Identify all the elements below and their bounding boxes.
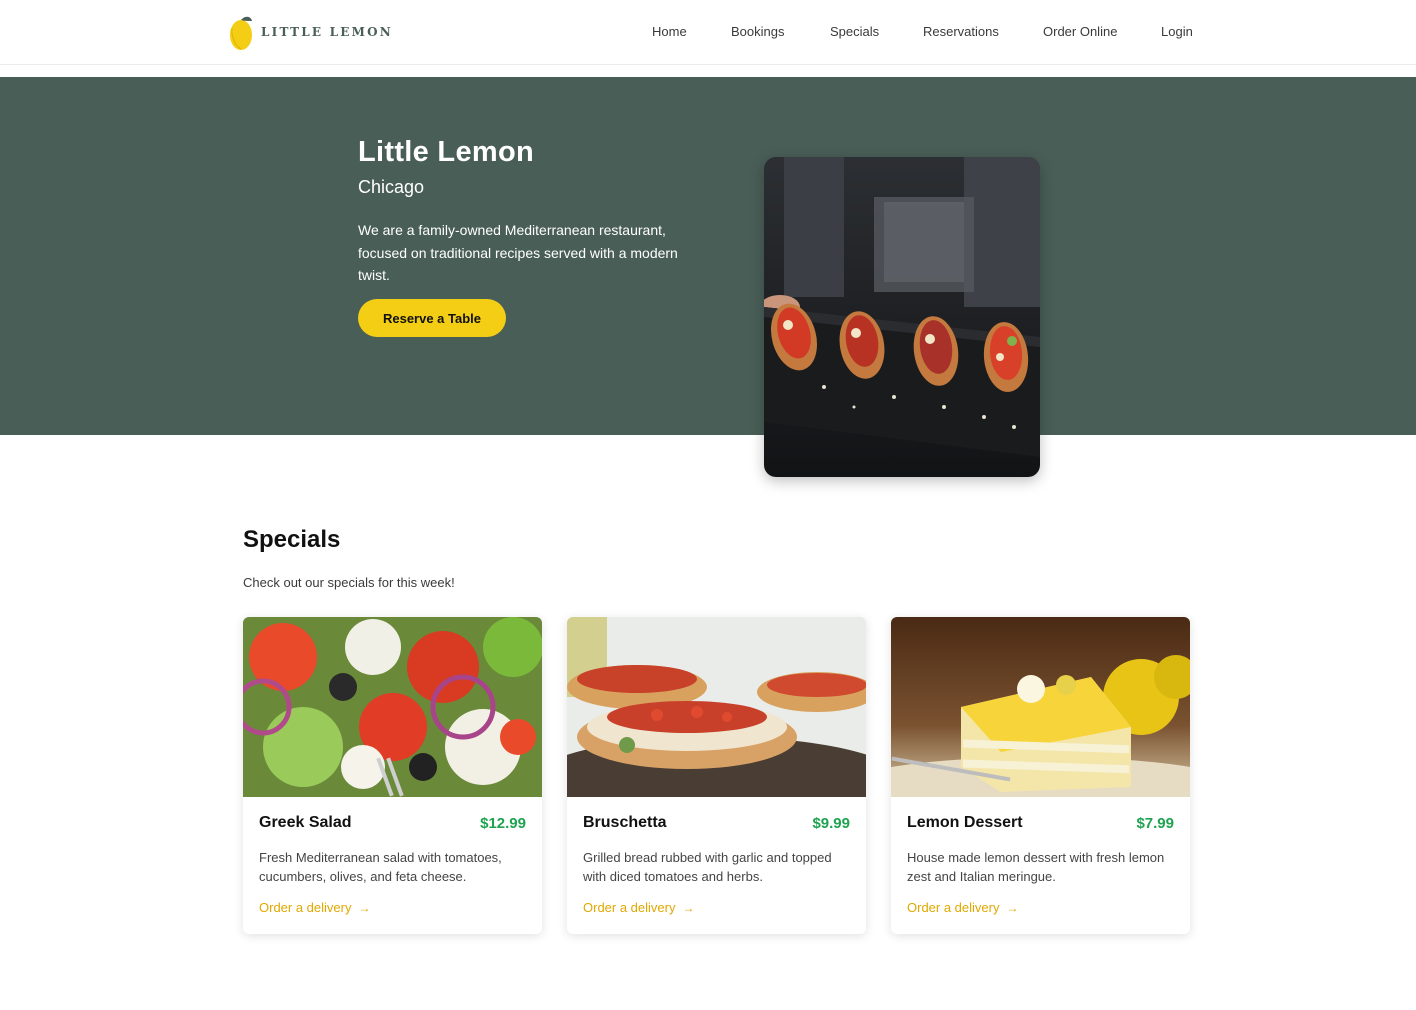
arrow-right-icon: → [682, 900, 695, 915]
hero-section [0, 77, 1416, 435]
arrow-right-icon: → [1006, 900, 1019, 915]
logo-text: LITTLE LEMON [261, 25, 393, 39]
specials-title: Specials [243, 526, 341, 553]
special-price: $12.99 [480, 815, 526, 832]
hero-description: We are a family-owned Mediterranean rest… [358, 222, 678, 283]
specials-subtitle: Check out our specials for this week! [243, 575, 455, 590]
hero-food-image [764, 157, 1040, 477]
special-description: Fresh Mediterranean salad with tomatoes,… [259, 850, 502, 884]
nav-specials[interactable]: Specials [830, 24, 879, 39]
special-price: $7.99 [1136, 815, 1174, 832]
order-delivery-link[interactable]: Order a delivery → [907, 900, 1018, 915]
lemon-logo-icon [230, 16, 252, 50]
order-delivery-label: Order a delivery [907, 900, 1000, 915]
lemon-dessert-image [891, 617, 1190, 797]
order-delivery-label: Order a delivery [583, 900, 676, 915]
order-delivery-link[interactable]: Order a delivery → [583, 900, 694, 915]
special-description: Grilled bread rubbed with garlic and top… [583, 850, 832, 884]
greek-salad-image [243, 617, 542, 797]
site-header: LITTLE LEMON Home Bookings Specials Rese… [0, 0, 1416, 65]
bruschetta-image [567, 617, 866, 797]
hero-title: Little Lemon [358, 136, 534, 168]
special-price: $9.99 [812, 815, 850, 832]
nav-login[interactable]: Login [1161, 24, 1193, 39]
special-card-bruschetta: Bruschetta $9.99 Grilled bread rubbed wi… [567, 617, 866, 934]
nav-home[interactable]: Home [652, 24, 687, 39]
special-name: Greek Salad [259, 814, 352, 831]
nav-order-online[interactable]: Order Online [1043, 24, 1117, 39]
special-name: Lemon Dessert [907, 814, 1023, 831]
order-delivery-label: Order a delivery [259, 900, 352, 915]
order-delivery-link[interactable]: Order a delivery → [259, 900, 370, 915]
special-name: Bruschetta [583, 814, 667, 831]
special-description: House made lemon dessert with fresh lemo… [907, 850, 1165, 884]
nav-bookings[interactable]: Bookings [731, 24, 784, 39]
nav-reservations[interactable]: Reservations [923, 24, 999, 39]
logo[interactable]: LITTLE LEMON [229, 12, 393, 52]
arrow-right-icon: → [358, 900, 371, 915]
special-card-greek-salad: Greek Salad $12.99 Fresh Mediterranean s… [243, 617, 542, 934]
hero-subtitle: Chicago [358, 177, 425, 197]
reserve-table-button[interactable]: Reserve a Table [358, 299, 506, 337]
special-card-lemon-dessert: Lemon Dessert $7.99 House made lemon des… [891, 617, 1190, 934]
